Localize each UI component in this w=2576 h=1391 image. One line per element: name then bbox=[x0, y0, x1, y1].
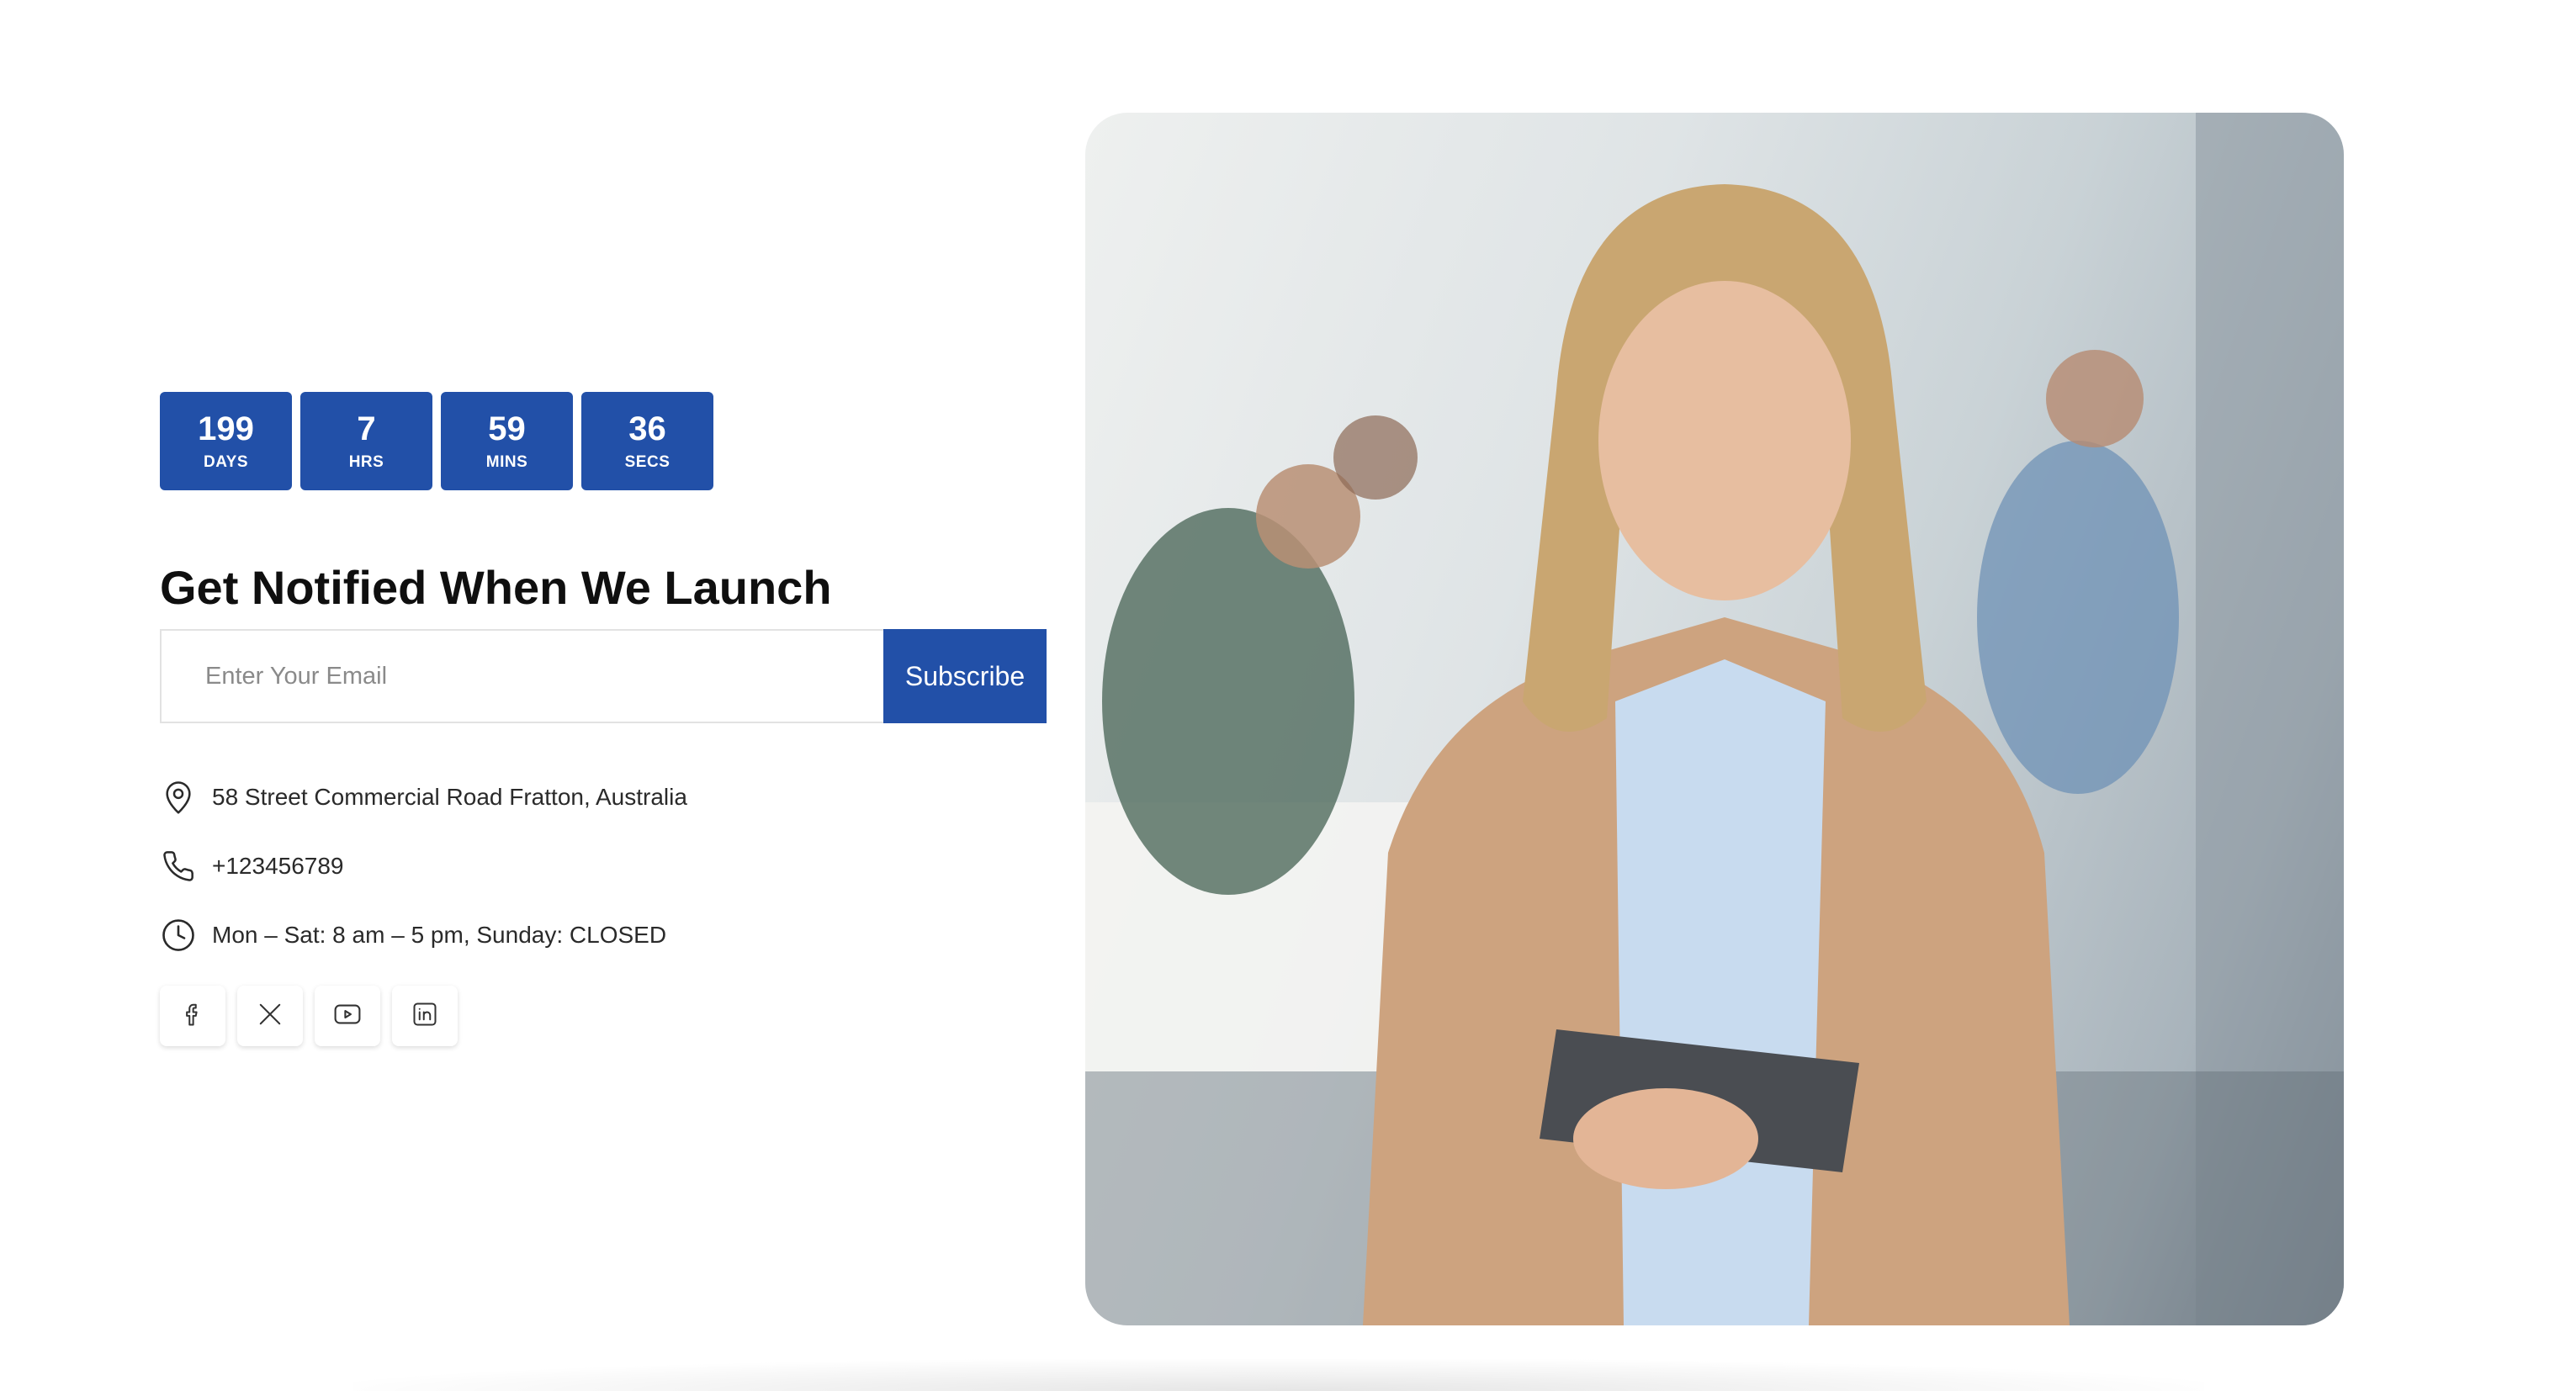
youtube-link[interactable] bbox=[315, 986, 380, 1046]
countdown-seconds-value: 36 bbox=[628, 410, 666, 447]
hero-photo bbox=[1085, 113, 2344, 1325]
phone-icon bbox=[160, 848, 197, 885]
countdown-hours-value: 7 bbox=[357, 410, 376, 447]
hours-text: Mon – Sat: 8 am – 5 pm, Sunday: CLOSED bbox=[212, 922, 667, 948]
phone-text: +123456789 bbox=[212, 853, 344, 879]
countdown-hours: 7 HRS bbox=[300, 392, 432, 490]
countdown-days: 199 DAYS bbox=[160, 392, 292, 490]
social-links bbox=[160, 986, 458, 1046]
countdown-minutes-value: 59 bbox=[488, 410, 526, 447]
contact-hours: Mon – Sat: 8 am – 5 pm, Sunday: CLOSED bbox=[160, 917, 666, 954]
page-title: Get Notified When We Launch bbox=[160, 561, 832, 614]
x-icon bbox=[257, 1002, 283, 1031]
coming-soon-page: 199 DAYS 7 HRS 59 MINS 36 SECS Get Notif… bbox=[0, 0, 2576, 1391]
location-pin-icon bbox=[160, 779, 197, 816]
address-text: 58 Street Commercial Road Fratton, Austr… bbox=[212, 784, 687, 810]
countdown-seconds-label: SECS bbox=[624, 452, 671, 471]
linkedin-icon bbox=[412, 1002, 437, 1031]
countdown-days-label: DAYS bbox=[203, 452, 249, 471]
countdown-timer: 199 DAYS 7 HRS 59 MINS 36 SECS bbox=[160, 392, 713, 490]
facebook-link[interactable] bbox=[160, 986, 225, 1046]
countdown-hours-label: HRS bbox=[348, 452, 384, 471]
subscribe-form: Subscribe bbox=[160, 629, 1047, 723]
x-link[interactable] bbox=[237, 986, 303, 1046]
countdown-minutes-label: MINS bbox=[485, 452, 528, 471]
countdown-seconds: 36 SECS bbox=[581, 392, 713, 490]
countdown-days-value: 199 bbox=[198, 410, 254, 447]
youtube-icon bbox=[333, 1002, 362, 1031]
contact-phone: +123456789 bbox=[160, 848, 344, 885]
countdown-minutes: 59 MINS bbox=[441, 392, 573, 490]
linkedin-link[interactable] bbox=[392, 986, 458, 1046]
clock-icon bbox=[160, 917, 197, 954]
facebook-icon bbox=[180, 1002, 205, 1031]
email-field[interactable] bbox=[160, 629, 883, 723]
section-divider-shadow bbox=[353, 1359, 2204, 1391]
subscribe-button[interactable]: Subscribe bbox=[883, 629, 1047, 723]
contact-address: 58 Street Commercial Road Fratton, Austr… bbox=[160, 779, 687, 816]
